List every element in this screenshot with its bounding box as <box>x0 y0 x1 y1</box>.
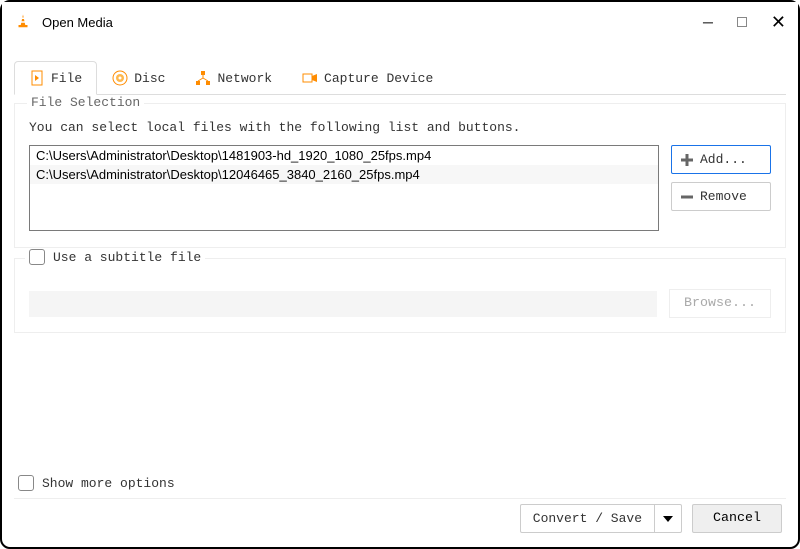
capture-icon <box>302 70 318 86</box>
window-controls: ─ ✕ <box>703 12 786 33</box>
tab-label: Capture Device <box>324 71 433 86</box>
window-title: Open Media <box>42 15 703 30</box>
tab-network[interactable]: Network <box>180 61 287 95</box>
tab-label: Disc <box>134 71 165 86</box>
minus-icon <box>680 190 694 204</box>
divider <box>14 498 786 499</box>
tab-disc[interactable]: Disc <box>97 61 180 95</box>
add-button-label: Add... <box>700 152 747 167</box>
remove-button[interactable]: Remove <box>671 182 771 211</box>
media-tabs: File Disc <box>14 60 786 95</box>
subtitle-group: Use a subtitle file Browse... <box>14 258 786 333</box>
subtitle-path-input <box>29 291 657 317</box>
file-list-item[interactable]: C:\Users\Administrator\Desktop\12046465_… <box>30 165 658 184</box>
show-more-options: Show more options <box>18 475 175 491</box>
titlebar: Open Media ─ ✕ <box>2 2 798 42</box>
network-icon <box>195 70 211 86</box>
file-list[interactable]: C:\Users\Administrator\Desktop\1481903-h… <box>29 145 659 231</box>
browse-button: Browse... <box>669 289 771 318</box>
close-button[interactable]: ✕ <box>771 12 786 33</box>
subtitle-checkbox[interactable] <box>29 249 45 265</box>
dropdown-arrow-icon[interactable] <box>654 505 681 532</box>
convert-save-label: Convert / Save <box>521 505 654 532</box>
remove-button-label: Remove <box>700 189 747 204</box>
file-list-item[interactable]: C:\Users\Administrator\Desktop\1481903-h… <box>30 146 658 165</box>
file-selection-legend: File Selection <box>27 95 144 110</box>
show-more-checkbox[interactable] <box>18 475 34 491</box>
tab-label: File <box>51 71 82 86</box>
tab-capture-device[interactable]: Capture Device <box>287 61 448 95</box>
disc-icon <box>112 70 128 86</box>
show-more-label: Show more options <box>42 476 175 491</box>
minimize-button[interactable]: ─ <box>703 14 713 30</box>
maximize-button[interactable] <box>737 14 747 30</box>
tab-file[interactable]: File <box>14 61 97 95</box>
subtitle-checkbox-label: Use a subtitle file <box>53 250 201 265</box>
add-button[interactable]: Add... <box>671 145 771 174</box>
cancel-button[interactable]: Cancel <box>692 504 782 533</box>
file-icon <box>29 70 45 86</box>
plus-icon <box>680 153 694 167</box>
convert-save-button[interactable]: Convert / Save <box>520 504 682 533</box>
footer-buttons: Convert / Save Cancel <box>520 504 782 533</box>
file-selection-description: You can select local files with the foll… <box>29 120 771 135</box>
tab-label: Network <box>217 71 272 86</box>
file-selection-group: File Selection You can select local file… <box>14 103 786 248</box>
vlc-cone-icon <box>14 13 32 31</box>
